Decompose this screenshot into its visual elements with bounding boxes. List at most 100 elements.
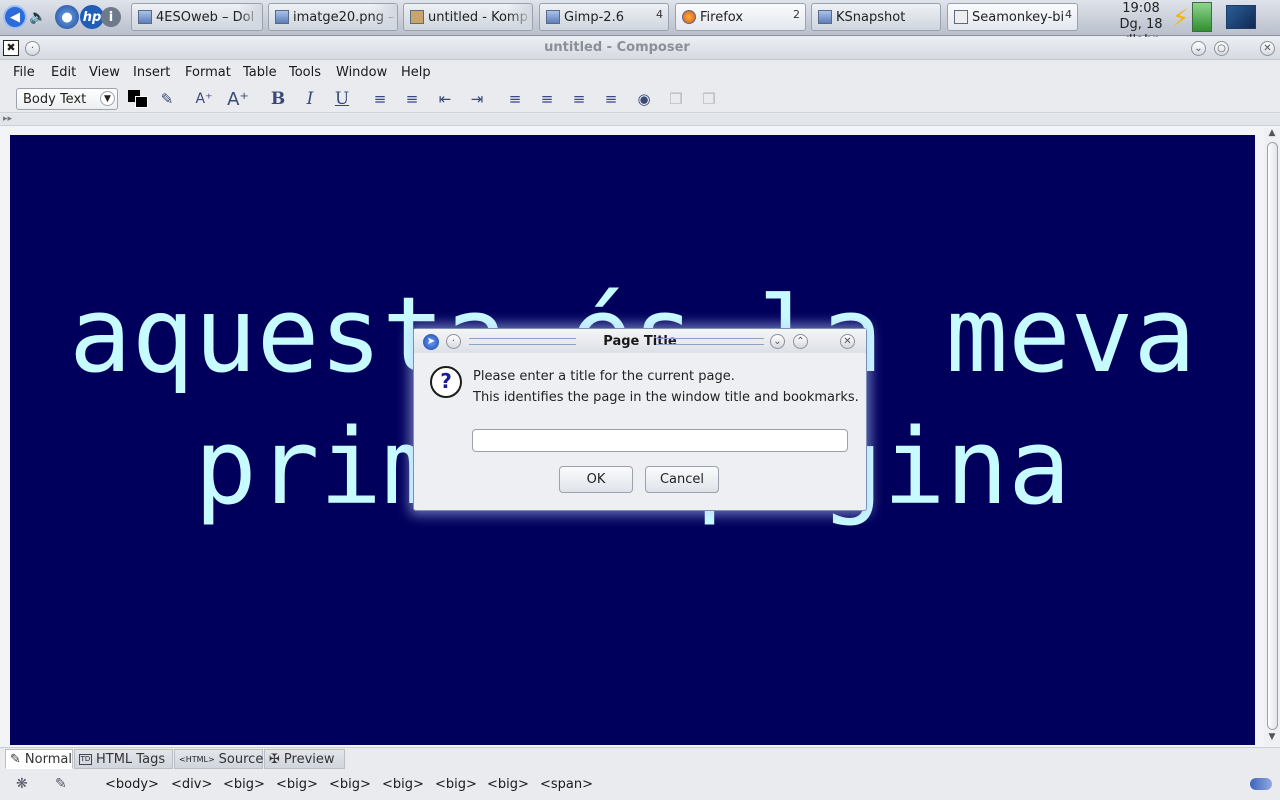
task-label: Firefox (700, 10, 743, 25)
tag-breadcrumb-item[interactable]: <body> (105, 777, 159, 792)
align-left-icon[interactable]: ≡ (504, 89, 526, 109)
tag-breadcrumb-item[interactable]: <big> (487, 777, 529, 792)
vertical-scrollbar[interactable]: ▲ ▼ (1264, 128, 1280, 746)
ok-button[interactable]: OK (559, 466, 633, 493)
task-firefox[interactable]: Firefox2 (675, 3, 806, 31)
dialog-message-line1: Please enter a title for the current pag… (473, 369, 735, 384)
format-toolbar: Body Text ▼ ✎ A⁺ A⁺ B I U ≡ ≡ ⇤ ⇥ ≡ ≡ ≡ … (0, 85, 1280, 113)
bold-button[interactable]: B (267, 89, 289, 109)
align-right-icon[interactable]: ≡ (568, 89, 590, 109)
page-title-input[interactable] (472, 429, 848, 452)
tab-source[interactable]: <HTML> Source (174, 749, 263, 769)
tab-label: Source (219, 752, 264, 767)
connection-icon: ❋ (16, 776, 28, 792)
desktop-icon[interactable] (1226, 5, 1256, 29)
task-kompozer[interactable]: untitled - Komp (403, 3, 533, 31)
tag-breadcrumb-item[interactable]: <big> (276, 777, 318, 792)
battery-icon[interactable] (1192, 2, 1212, 32)
task-label: Seamonkey-bi (972, 10, 1064, 25)
dialog-message-line2: This identifies the page in the window t… (473, 390, 859, 405)
chevron-down-icon: ▼ (100, 91, 115, 106)
indent-icon[interactable]: ⇥ (466, 89, 488, 109)
minimize-button[interactable]: ⌄ (1191, 41, 1206, 56)
task-imatge20[interactable]: imatge20.png – (268, 3, 398, 31)
close-button[interactable]: ✕ (1260, 41, 1275, 56)
tab-label: Preview (284, 752, 335, 767)
edit-mode-tabs: ✎Normal TD HTML Tags <HTML> Source ✠Previe… (0, 747, 1280, 769)
bring-forward-icon[interactable]: ❒ (665, 89, 687, 109)
component-bar-icon[interactable] (1250, 778, 1272, 790)
globe-icon[interactable]: ● (55, 5, 79, 29)
task-label: KSnapshot (836, 10, 905, 25)
larger-font-icon[interactable]: A⁺ (227, 89, 249, 109)
task-seamonkey[interactable]: Seamonkey-bi4 (947, 3, 1078, 31)
task-4esoweb[interactable]: 4ESOweb – Dol (131, 3, 263, 31)
html-source-icon: <HTML> (179, 755, 215, 764)
menu-view[interactable]: View (89, 65, 120, 80)
task-ksnapshot[interactable]: KSnapshot (811, 3, 941, 31)
taskbar: ◀ 🔈 ● hp i 4ESOweb – Dol imatge20.png – … (0, 0, 1280, 36)
highlight-icon[interactable]: ✎ (156, 89, 178, 109)
numbered-list-icon[interactable]: ≡ (401, 89, 423, 109)
outdent-icon[interactable]: ⇤ (434, 89, 456, 109)
cancel-button[interactable]: Cancel (645, 466, 719, 493)
tab-html-tags[interactable]: TD HTML Tags (74, 749, 173, 769)
background-color-icon[interactable] (135, 96, 148, 108)
kompozer-icon (410, 10, 424, 24)
task-count: 4 (1065, 10, 1072, 20)
td-tag-icon: TD (79, 754, 92, 765)
menu-window[interactable]: Window (336, 65, 387, 80)
tab-preview[interactable]: ✠Preview (264, 749, 345, 769)
tag-breadcrumb-item[interactable]: <big> (223, 777, 265, 792)
tab-label: HTML Tags (96, 752, 165, 767)
menu-help[interactable]: Help (401, 65, 431, 80)
info-icon[interactable]: i (101, 7, 121, 27)
ksnapshot-icon (818, 10, 832, 24)
absolute-position-icon[interactable]: ◉ (633, 89, 655, 109)
underline-button[interactable]: U (331, 89, 353, 109)
firefox-icon (682, 10, 696, 24)
task-gimp[interactable]: Gimp-2.64 (539, 3, 669, 31)
menu-insert[interactable]: Insert (133, 65, 170, 80)
window-titlebar: ✖ · untitled - Composer ⌄ ○ ✕ (0, 37, 1280, 60)
dialog-close-button[interactable]: ✕ (840, 334, 855, 349)
menu-edit[interactable]: Edit (51, 65, 76, 80)
volume-icon[interactable]: 🔈 (29, 5, 47, 29)
paragraph-style-select[interactable]: Body Text ▼ (16, 88, 118, 110)
menu-format[interactable]: Format (185, 65, 231, 80)
scroll-thumb[interactable] (1267, 142, 1278, 730)
tab-label: Normal (25, 752, 72, 767)
folder-icon (138, 10, 152, 24)
scroll-up-icon[interactable]: ▲ (1265, 128, 1279, 142)
dialog-maximize-button[interactable]: ⌃ (793, 334, 808, 349)
send-backward-icon[interactable]: ❒ (698, 89, 720, 109)
tag-breadcrumb-item[interactable]: <span> (540, 777, 593, 792)
justify-icon[interactable]: ≡ (600, 89, 622, 109)
toolbar-grip[interactable]: ▸▸ (0, 114, 1280, 126)
tag-breadcrumb-item[interactable]: <div> (171, 777, 212, 792)
paragraph-style-value: Body Text (23, 92, 86, 107)
clock-time: 19:08 (1110, 1, 1172, 17)
menu-file[interactable]: File (13, 65, 35, 80)
edit-status-icon: ✎ (55, 776, 67, 792)
tag-breadcrumb-item[interactable]: <big> (329, 777, 371, 792)
title-decoration (656, 338, 764, 345)
align-center-icon[interactable]: ≡ (536, 89, 558, 109)
tag-breadcrumb-item[interactable]: <big> (382, 777, 424, 792)
tab-normal[interactable]: ✎Normal (5, 749, 73, 769)
italic-button[interactable]: I (299, 89, 321, 109)
back-arrow-icon[interactable]: ◀ (3, 5, 27, 29)
image-icon (275, 10, 289, 24)
task-count: 4 (656, 10, 663, 20)
bullet-list-icon[interactable]: ≡ (369, 89, 391, 109)
maximize-button[interactable]: ○ (1214, 41, 1229, 56)
power-icon[interactable]: ⚡ (1172, 3, 1190, 33)
menu-table[interactable]: Table (243, 65, 277, 80)
scroll-down-icon[interactable]: ▼ (1265, 732, 1279, 746)
dialog-minimize-button[interactable]: ⌄ (770, 334, 785, 349)
menu-tools[interactable]: Tools (289, 65, 321, 80)
question-icon: ? (430, 366, 462, 398)
status-bar: ❋ ✎ <body> <div> <big> <big> <big> <big>… (0, 770, 1280, 800)
smaller-font-icon[interactable]: A⁺ (193, 89, 215, 109)
tag-breadcrumb-item[interactable]: <big> (435, 777, 477, 792)
